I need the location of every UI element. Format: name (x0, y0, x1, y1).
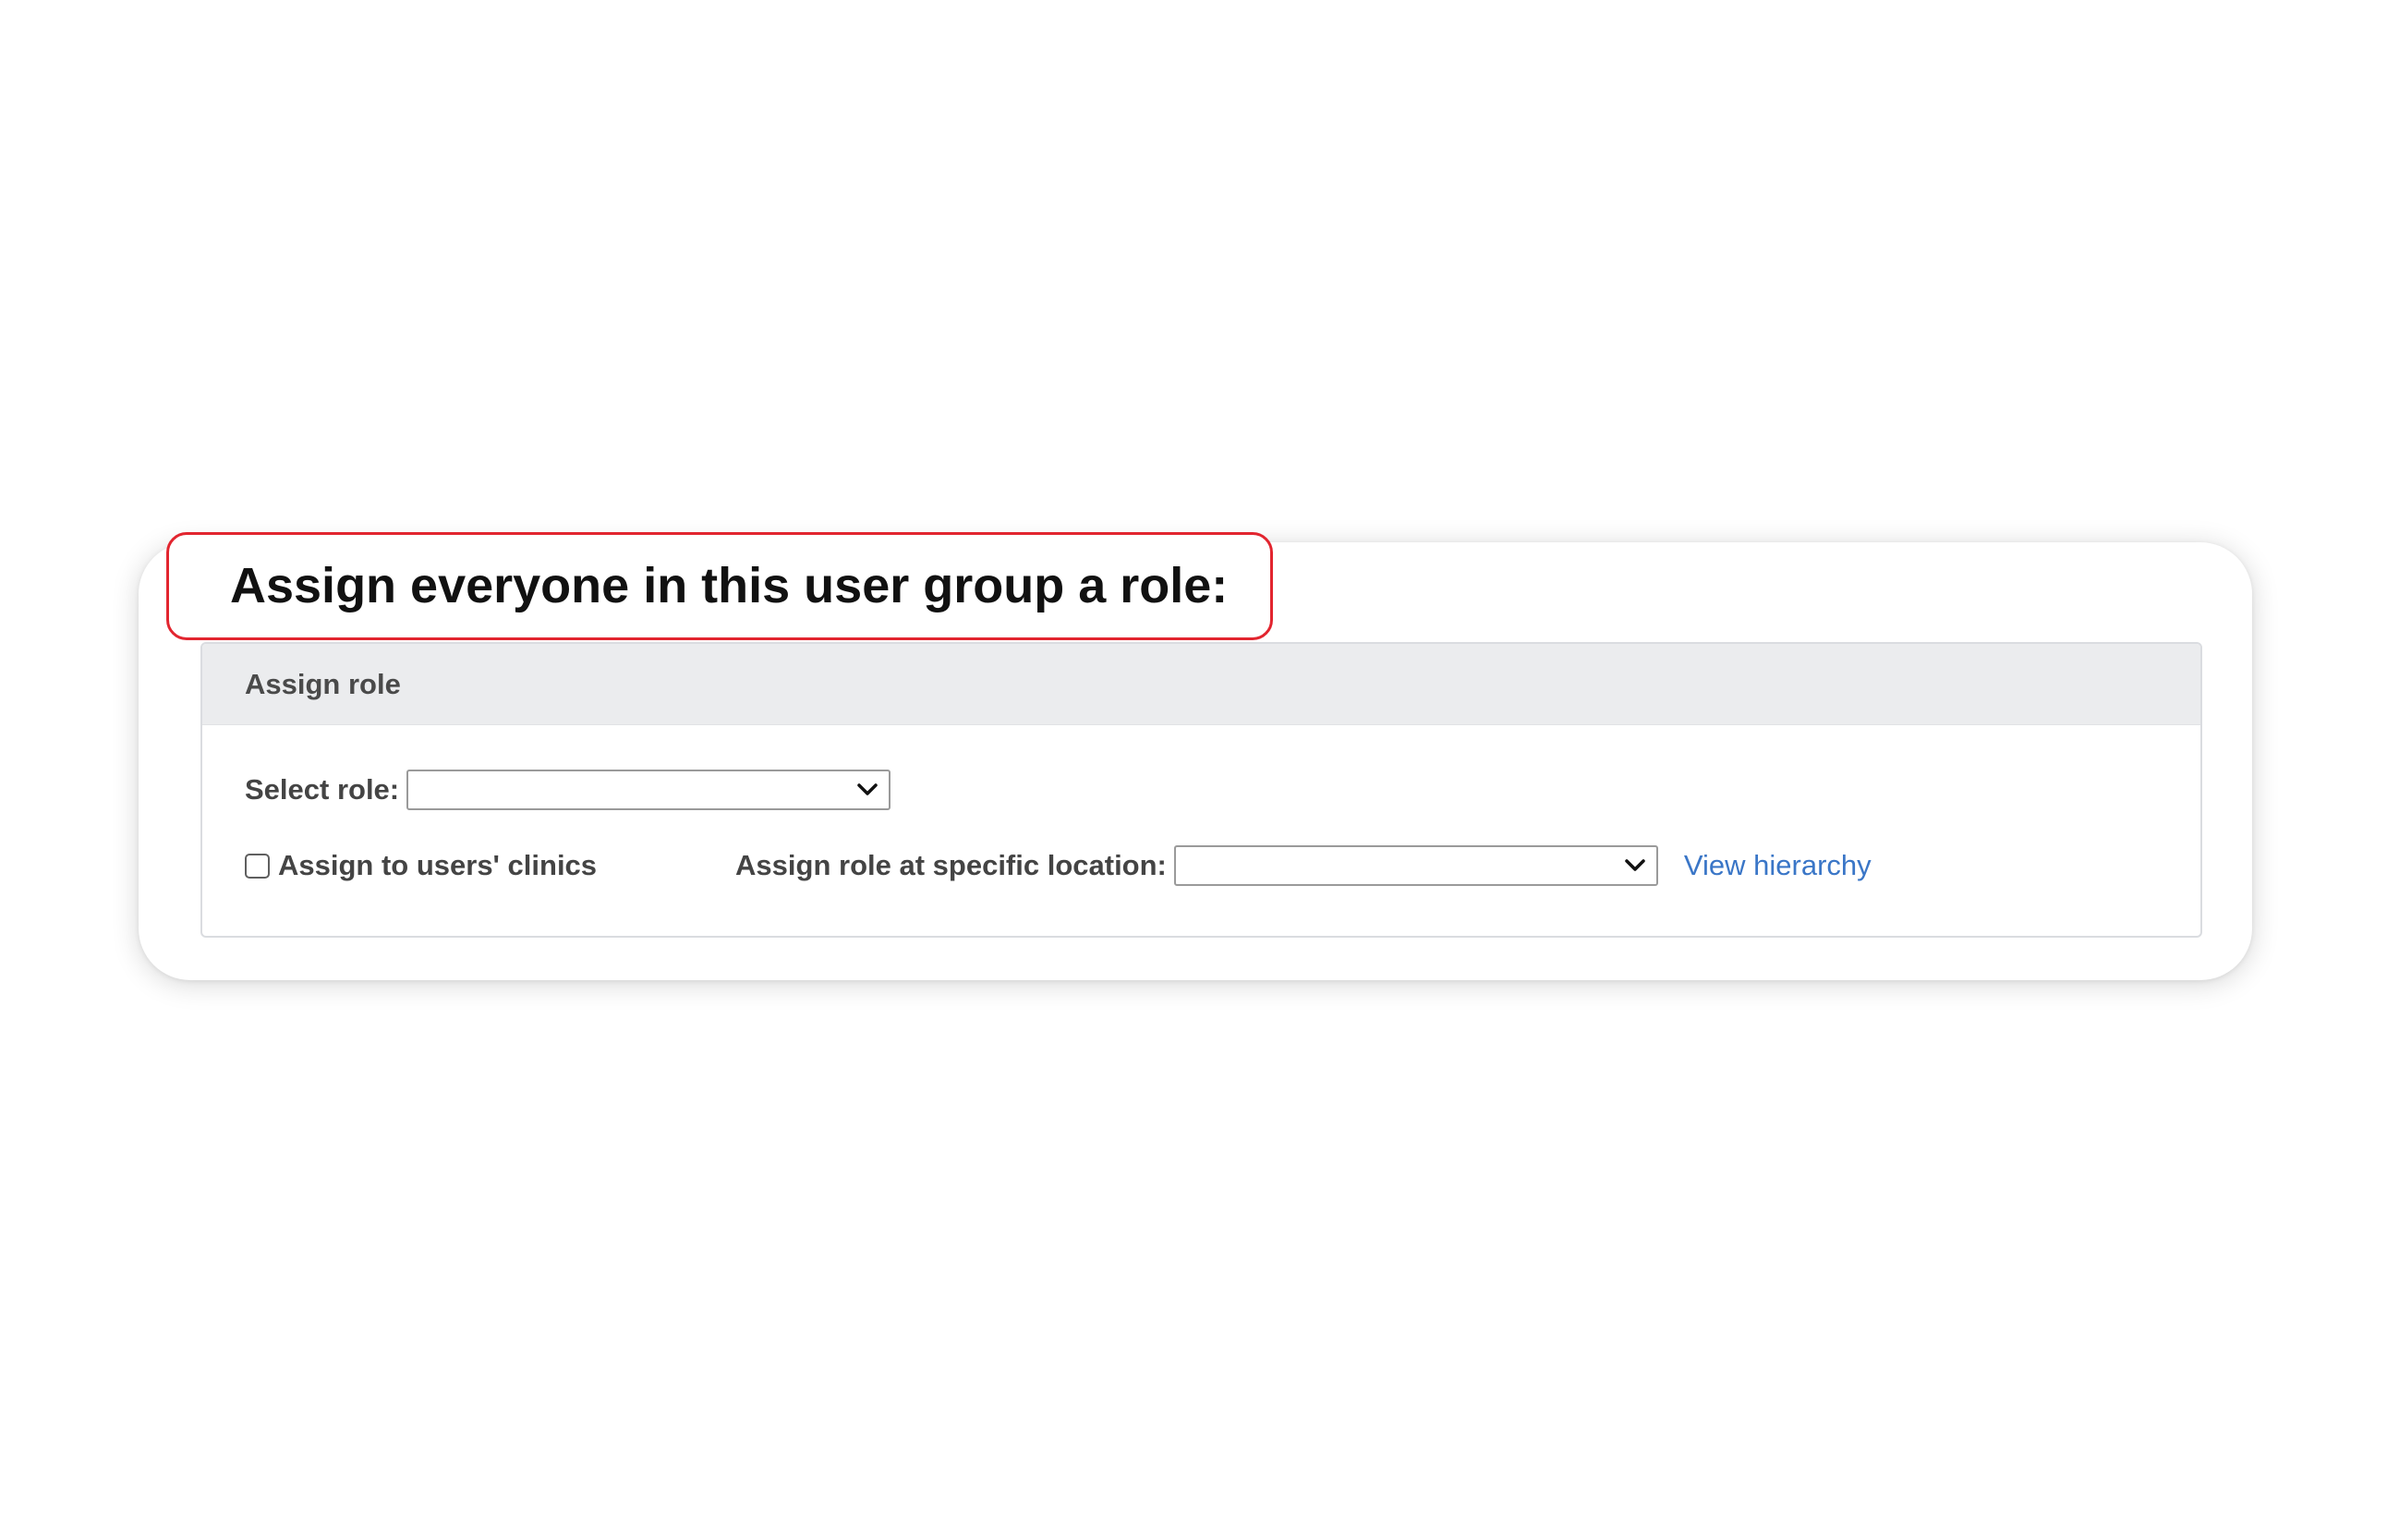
select-role-label: Select role: (245, 773, 400, 806)
select-role-row: Select role: (245, 769, 891, 811)
callout-box: Assign everyone in this user group a rol… (166, 532, 1273, 640)
location-row: Assign to users' clinics Assign role at … (245, 844, 1872, 887)
panel-header: Assign role (202, 644, 2200, 725)
select-role-dropdown[interactable] (406, 770, 891, 810)
panel-title: Assign role (245, 668, 401, 700)
assign-clinics-label[interactable]: Assign to users' clinics (278, 849, 597, 882)
assign-clinics-checkbox[interactable] (245, 853, 270, 879)
chevron-down-icon (857, 783, 878, 795)
location-dropdown[interactable] (1173, 845, 1658, 886)
assign-role-panel: Assign role Select role: Assign to users… (200, 642, 2202, 938)
callout-heading: Assign everyone in this user group a rol… (230, 558, 1229, 613)
view-hierarchy-link[interactable]: View hierarchy (1684, 849, 1872, 882)
location-label: Assign role at specific location: (735, 849, 1167, 881)
screen: Assign everyone in this user group a rol… (0, 0, 2387, 1540)
chevron-down-icon (1625, 859, 1645, 871)
